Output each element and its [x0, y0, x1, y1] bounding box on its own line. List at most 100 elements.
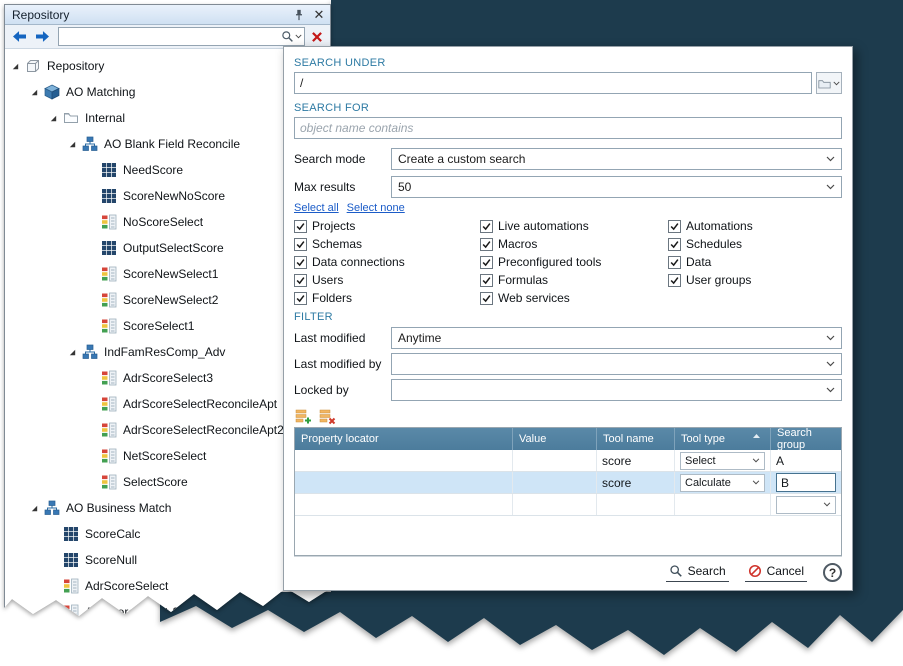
checkbox-box[interactable] [668, 256, 681, 269]
column-header[interactable]: Tool type [675, 428, 771, 450]
browse-folder-button[interactable] [816, 72, 842, 94]
tool-name-cell[interactable] [597, 494, 675, 515]
object-type-checkbox[interactable]: Live automations [480, 217, 668, 235]
search-for-input[interactable] [294, 117, 842, 139]
object-type-checkbox[interactable]: Automations [668, 217, 842, 235]
tree-item[interactable]: AO Matching [5, 79, 330, 105]
expand-collapse-icon[interactable] [30, 504, 44, 513]
checkbox-box[interactable] [294, 238, 307, 251]
tree-item[interactable]: SelectScore [5, 469, 330, 495]
tree-item[interactable]: OutputSelectScore [5, 235, 330, 261]
search-group-cell[interactable]: B [771, 472, 841, 493]
checkbox-box[interactable] [294, 274, 307, 287]
tree-item[interactable]: ScoreCalc [5, 521, 330, 547]
checkbox-box[interactable] [294, 256, 307, 269]
tree-item[interactable]: ScoreNull [5, 547, 330, 573]
object-type-checkbox[interactable]: Web services [480, 289, 668, 307]
object-type-checkbox[interactable]: Schedules [668, 235, 842, 253]
value-cell[interactable] [513, 472, 597, 493]
tree-item[interactable]: ScoreNewNoScore [5, 183, 330, 209]
tree-item[interactable]: Repository [5, 53, 330, 79]
value-cell[interactable] [513, 494, 597, 515]
back-arrow-button[interactable] [9, 29, 29, 44]
delete-criteria-row-button[interactable] [318, 407, 337, 425]
tree-item[interactable]: AdrScoreSelect-2 [5, 599, 330, 617]
object-type-checkbox[interactable]: Data [668, 253, 842, 271]
column-header[interactable]: Value [513, 428, 597, 450]
tree-item[interactable]: ScoreNewSelect1 [5, 261, 330, 287]
locked-by-select[interactable] [391, 379, 842, 401]
property-locator-cell[interactable] [295, 472, 513, 493]
expand-collapse-icon[interactable] [68, 140, 82, 149]
tree-item[interactable]: AdrScoreSelectReconcileApt [5, 391, 330, 417]
search-group-cell[interactable] [771, 494, 841, 515]
checkbox-box[interactable] [294, 220, 307, 233]
tree-item[interactable]: NetScoreSelect [5, 443, 330, 469]
select-none-link[interactable]: Select none [347, 202, 405, 214]
criteria-table-row[interactable]: score Calculate B [295, 472, 841, 494]
property-locator-cell[interactable] [295, 450, 513, 471]
search-mode-select[interactable]: Create a custom search [391, 148, 842, 170]
close-icon[interactable]: ✕ [312, 8, 326, 22]
checkbox-box[interactable] [294, 292, 307, 305]
expand-collapse-icon[interactable] [68, 348, 82, 357]
cell-dropdown[interactable] [776, 496, 836, 514]
tool-type-cell[interactable] [675, 494, 771, 515]
column-header[interactable]: Search group [771, 428, 841, 450]
clear-search-button[interactable] [308, 28, 326, 46]
expand-collapse-icon[interactable] [30, 88, 44, 97]
checkbox-box[interactable] [480, 274, 493, 287]
tree-item[interactable]: ScoreNewSelect2 [5, 287, 330, 313]
tree-item[interactable]: ScoreSelect1 [5, 313, 330, 339]
property-locator-cell[interactable] [295, 494, 513, 515]
search-button[interactable]: Search [666, 563, 729, 582]
value-cell[interactable] [513, 450, 597, 471]
tool-type-cell[interactable]: Select [675, 450, 771, 471]
panel-titlebar[interactable]: Repository ✕ [5, 5, 330, 25]
tree-item[interactable]: Internal [5, 105, 330, 131]
forward-arrow-button[interactable] [32, 29, 52, 44]
tree-item[interactable]: AO Blank Field Reconcile [5, 131, 330, 157]
tree-item[interactable]: NeedScore [5, 157, 330, 183]
column-header[interactable]: Property locator [295, 428, 513, 450]
tool-name-cell[interactable]: score [597, 472, 675, 493]
cell-text-editor[interactable]: B [776, 473, 836, 492]
criteria-table-row[interactable] [295, 494, 841, 516]
search-under-input[interactable] [294, 72, 812, 94]
repository-search-input[interactable] [59, 29, 281, 44]
last-modified-by-select[interactable] [391, 353, 842, 375]
expand-collapse-icon[interactable] [49, 114, 63, 123]
tree-item[interactable]: AO Business Match [5, 495, 330, 521]
search-options-button[interactable] [281, 30, 302, 43]
object-type-checkbox[interactable]: Users [294, 271, 480, 289]
help-button[interactable]: ? [823, 563, 842, 582]
tool-type-cell[interactable]: Calculate [675, 472, 771, 493]
select-all-link[interactable]: Select all [294, 202, 339, 214]
repository-search-field[interactable] [58, 27, 305, 46]
object-type-checkbox[interactable]: Schemas [294, 235, 480, 253]
checkbox-box[interactable] [668, 274, 681, 287]
pin-icon[interactable] [292, 8, 306, 22]
add-criteria-row-button[interactable] [294, 407, 313, 425]
max-results-select[interactable]: 50 [391, 176, 842, 198]
tool-name-cell[interactable]: score [597, 450, 675, 471]
object-type-checkbox[interactable]: Macros [480, 235, 668, 253]
tree-item[interactable]: NoScoreSelect [5, 209, 330, 235]
object-type-checkbox[interactable]: Preconfigured tools [480, 253, 668, 271]
cell-dropdown[interactable]: Calculate [680, 474, 765, 492]
criteria-table-row[interactable]: scoreSelectA [295, 450, 841, 472]
object-type-checkbox[interactable]: Folders [294, 289, 480, 307]
tree-item[interactable]: AdrScoreSelectReconcileApt2 [5, 417, 330, 443]
tree-item[interactable]: AdrScoreSelect3 [5, 365, 330, 391]
object-type-checkbox[interactable]: Formulas [480, 271, 668, 289]
checkbox-box[interactable] [480, 292, 493, 305]
expand-collapse-icon[interactable] [11, 62, 25, 71]
checkbox-box[interactable] [480, 238, 493, 251]
checkbox-box[interactable] [668, 238, 681, 251]
cancel-button[interactable]: Cancel [745, 563, 807, 582]
checkbox-box[interactable] [668, 220, 681, 233]
cell-dropdown[interactable]: Select [680, 452, 765, 470]
tree-item[interactable]: IndFamResComp_Adv [5, 339, 330, 365]
checkbox-box[interactable] [480, 256, 493, 269]
object-type-checkbox[interactable]: Projects [294, 217, 480, 235]
